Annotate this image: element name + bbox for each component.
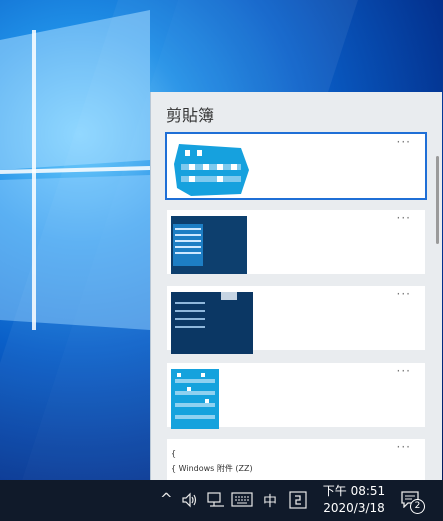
clipboard-item-image [171, 369, 219, 429]
network-icon[interactable] [206, 491, 226, 509]
item-more-button[interactable]: ··· [397, 212, 411, 224]
clipboard-item-image [171, 216, 247, 274]
clock-time: 下午 08:51 [322, 484, 386, 498]
clipboard-text-line1: { [171, 449, 177, 458]
item-more-button[interactable]: ··· [397, 136, 411, 148]
item-more-button[interactable]: ··· [397, 441, 411, 453]
volume-icon[interactable] [181, 491, 199, 509]
clipboard-title: 剪貼簿 [166, 106, 215, 125]
show-hidden-icons-chevron-icon[interactable]: ^ [160, 490, 173, 508]
clipboard-item-image [171, 292, 253, 354]
clock-date: 2020/3/18 [323, 501, 385, 515]
clipboard-item-1[interactable]: ··· [165, 132, 427, 200]
scrollbar-thumb[interactable] [436, 156, 439, 244]
input-method-icon[interactable] [289, 491, 307, 509]
touch-keyboard-icon[interactable] [231, 492, 253, 507]
clipboard-history-panel: 剪貼簿 ··· ··· ··· ··· {{Windows 附件 (ZZ) … [150, 92, 442, 480]
clipboard-text-line2: { Windows 附件 (ZZ) [171, 464, 253, 473]
item-more-button[interactable]: ··· [397, 365, 411, 377]
taskbar: ^ 中 下午 08:51 2020/3/18 2 [0, 480, 443, 521]
clipboard-item-image [174, 144, 249, 196]
taskbar-clock[interactable]: 下午 08:51 2020/3/18 [314, 483, 394, 517]
clipboard-item-3[interactable]: ··· [167, 286, 425, 354]
panel-scrollbar[interactable] [436, 132, 439, 472]
clipboard-item-5[interactable]: { { Windows 附件 (ZZ) ··· [167, 439, 425, 480]
item-more-button[interactable]: ··· [397, 288, 411, 300]
notification-count-badge: 2 [410, 499, 425, 514]
clipboard-item-4[interactable]: ··· [167, 363, 425, 429]
ime-mode-indicator[interactable]: 中 [263, 491, 277, 511]
clipboard-item-2[interactable]: ··· [167, 210, 425, 274]
